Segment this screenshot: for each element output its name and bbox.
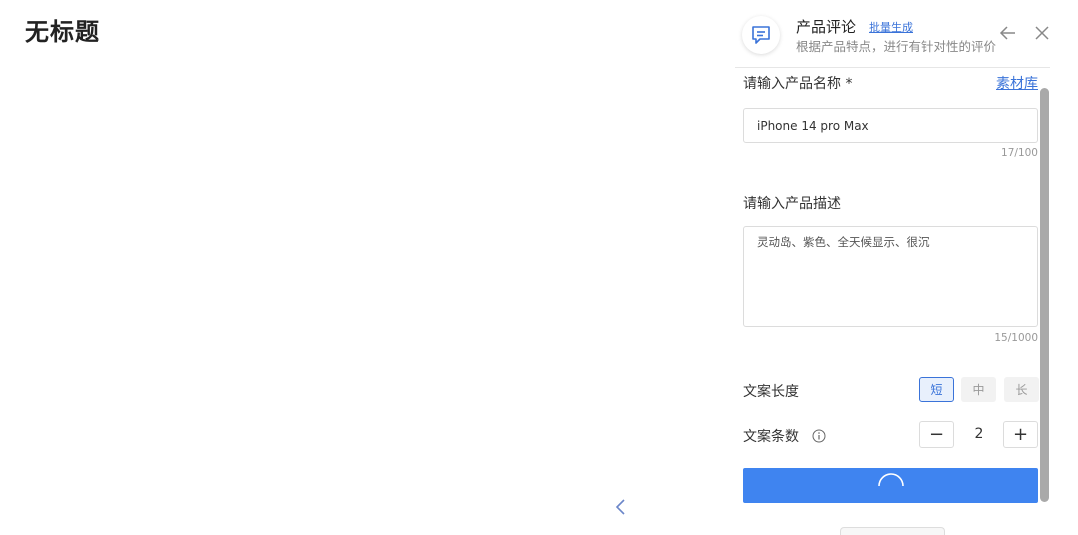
length-short-option[interactable]: 短 bbox=[919, 377, 954, 402]
bottom-tab[interactable] bbox=[840, 527, 945, 535]
panel-subtitle: 根据产品特点，进行有针对性的评价 bbox=[796, 39, 996, 54]
panel-header: 产品评论 批量生成 根据产品特点，进行有针对性的评价 bbox=[735, 0, 1050, 68]
info-icon[interactable] bbox=[812, 428, 826, 443]
collapse-panel-chevron-icon[interactable] bbox=[612, 496, 630, 518]
copy-length-label: 文案长度 bbox=[743, 384, 799, 400]
product-desc-counter: 15/1000 bbox=[994, 332, 1038, 344]
page-title: 无标题 bbox=[25, 18, 100, 46]
close-icon[interactable] bbox=[1031, 22, 1053, 44]
product-desc-label: 请输入产品描述 bbox=[743, 196, 841, 212]
decrement-button[interactable]: − bbox=[919, 421, 954, 448]
copy-count-value: 2 bbox=[974, 426, 984, 442]
product-name-input[interactable] bbox=[743, 108, 1038, 143]
increment-button[interactable]: + bbox=[1003, 421, 1038, 448]
loading-spinner-icon bbox=[877, 472, 904, 486]
copy-count-label: 文案条数 bbox=[743, 429, 799, 445]
length-long-option[interactable]: 长 bbox=[1004, 377, 1039, 402]
length-medium-option[interactable]: 中 bbox=[961, 377, 996, 402]
panel-scrollbar[interactable] bbox=[1040, 88, 1049, 502]
back-arrow-icon[interactable] bbox=[997, 22, 1019, 44]
product-desc-textarea[interactable]: 灵动岛、紫色、全天候显示、很沉 bbox=[743, 226, 1038, 327]
panel-title: 产品评论 bbox=[796, 18, 857, 36]
generate-button[interactable] bbox=[743, 468, 1038, 503]
batch-generate-link[interactable]: 批量生成 bbox=[869, 19, 913, 35]
product-name-counter: 17/100 bbox=[1001, 147, 1038, 159]
material-library-link[interactable]: 素材库 bbox=[996, 73, 1038, 93]
product-review-panel: 产品评论 批量生成 根据产品特点，进行有针对性的评价 请输入产品名称 * 素材库… bbox=[735, 0, 1078, 535]
product-name-label: 请输入产品名称 * bbox=[743, 76, 853, 92]
comment-icon bbox=[742, 16, 780, 54]
